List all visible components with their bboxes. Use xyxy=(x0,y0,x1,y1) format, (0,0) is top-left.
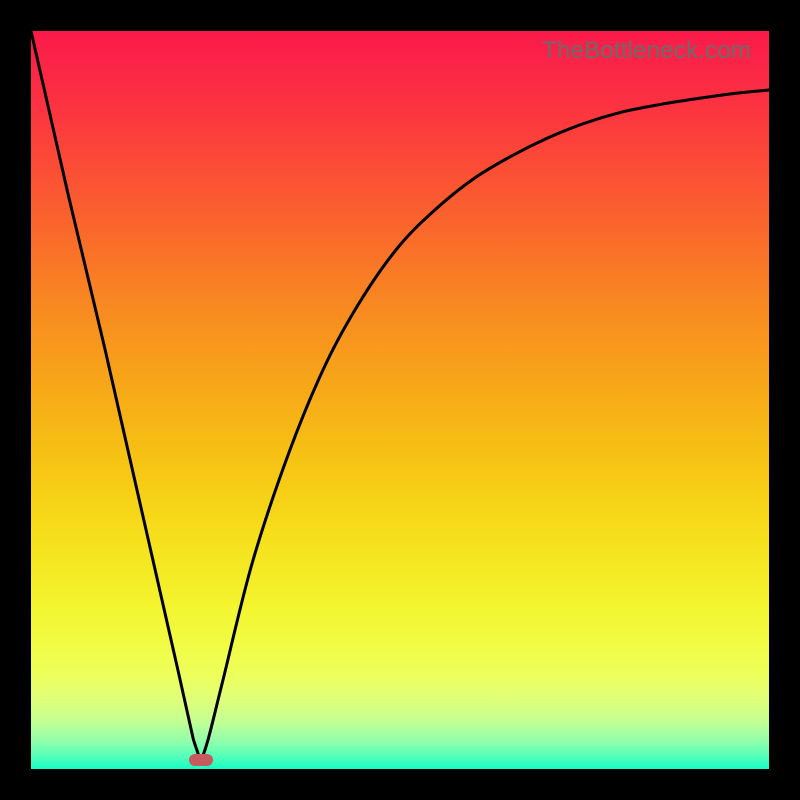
chart-frame: TheBottleneck.com xyxy=(0,0,800,800)
bottleneck-curve xyxy=(31,31,769,769)
optimal-marker xyxy=(189,754,213,766)
plot-area: TheBottleneck.com xyxy=(31,31,769,769)
